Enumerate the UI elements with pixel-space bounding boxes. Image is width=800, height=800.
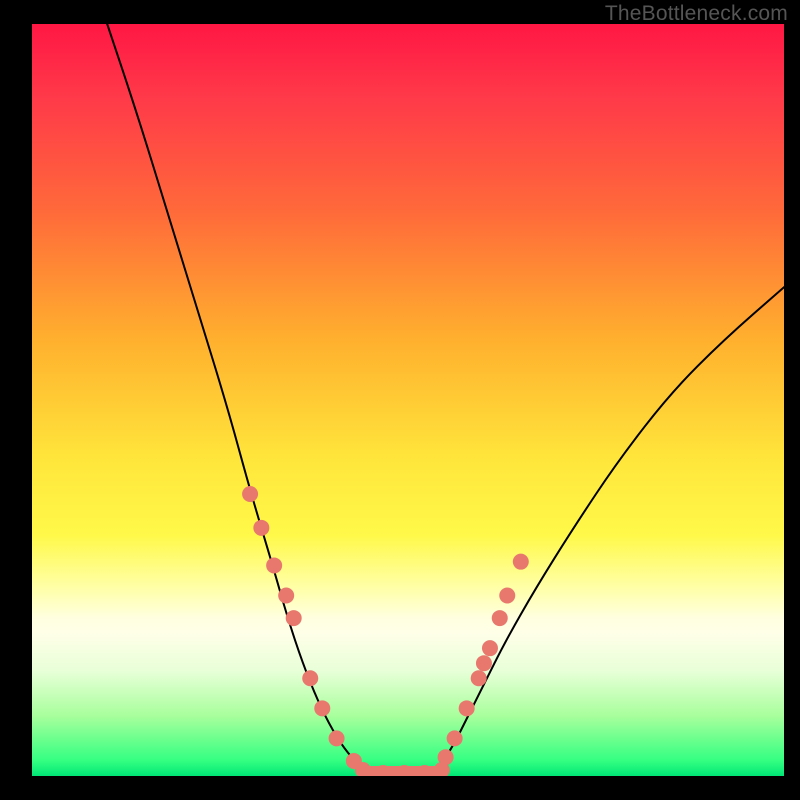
right-dots-point bbox=[482, 640, 498, 656]
left-dots-point bbox=[302, 670, 318, 686]
left-dots-point bbox=[242, 486, 258, 502]
left-dots-point bbox=[253, 520, 269, 536]
watermark-text: TheBottleneck.com bbox=[605, 2, 788, 26]
chart-frame: TheBottleneck.com bbox=[0, 0, 800, 800]
right-dots-point bbox=[447, 730, 463, 746]
right-dots-point bbox=[513, 554, 529, 570]
left-dots-point bbox=[314, 700, 330, 716]
plot-area bbox=[32, 24, 784, 776]
curve-group bbox=[107, 24, 784, 768]
right-dots-point bbox=[471, 670, 487, 686]
left-dots-point bbox=[266, 557, 282, 573]
left-dots-point bbox=[329, 730, 345, 746]
right-curve bbox=[438, 287, 784, 768]
left-dots-point bbox=[278, 588, 294, 604]
right-dots-point bbox=[499, 588, 515, 604]
chart-overlay bbox=[32, 24, 784, 776]
right-dots-point bbox=[459, 700, 475, 716]
right-dots-point bbox=[476, 655, 492, 671]
left-curve bbox=[107, 24, 363, 768]
left-dots-point bbox=[286, 610, 302, 626]
right-dots-point bbox=[492, 610, 508, 626]
right-dots-point bbox=[438, 749, 454, 765]
marker-group bbox=[242, 486, 529, 776]
